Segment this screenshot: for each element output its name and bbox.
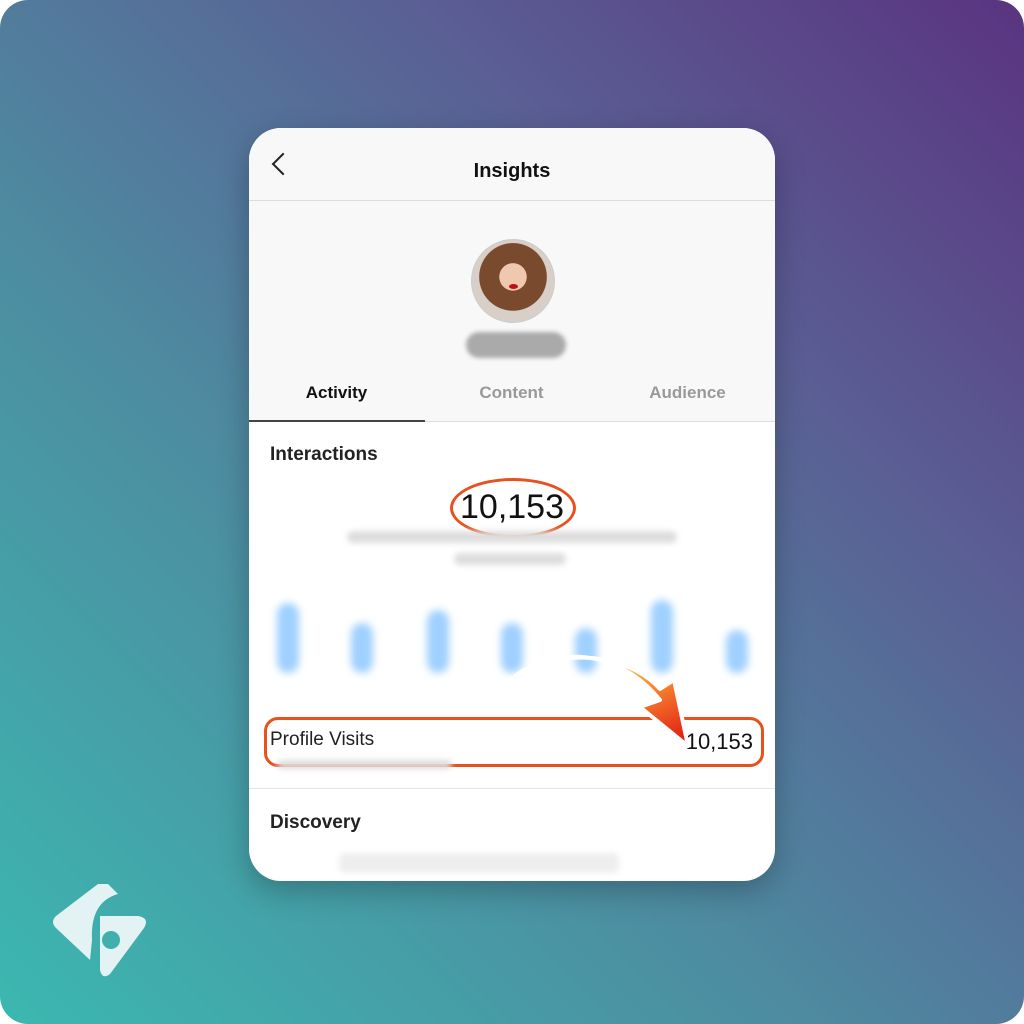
tab-activity[interactable]: Activity [249,383,424,403]
tab-content[interactable]: Content [424,383,599,403]
brand-logo [53,884,146,977]
chart-bar [277,603,299,673]
insights-card: Insights Activity Content Audience Inter… [249,128,775,881]
profile-visits-label: Profile Visits [270,729,375,750]
tab-audience[interactable]: Audience [600,383,775,403]
header: Insights [249,128,775,201]
interactions-heading: Interactions [270,444,378,465]
avatar [471,239,555,323]
blurred-description [454,553,566,565]
blurred-description [347,531,677,543]
page-title: Insights [473,160,551,182]
arrow-icon [500,654,690,748]
chart-bar [351,623,373,673]
highlight-ellipse [450,478,576,538]
blurred-date-range [277,760,452,769]
active-tab-indicator [249,420,425,422]
divider [249,788,775,789]
discovery-heading: Discovery [270,812,361,833]
blurred-username [466,332,566,358]
chart-bar [427,610,449,673]
blurred-content [339,853,619,873]
